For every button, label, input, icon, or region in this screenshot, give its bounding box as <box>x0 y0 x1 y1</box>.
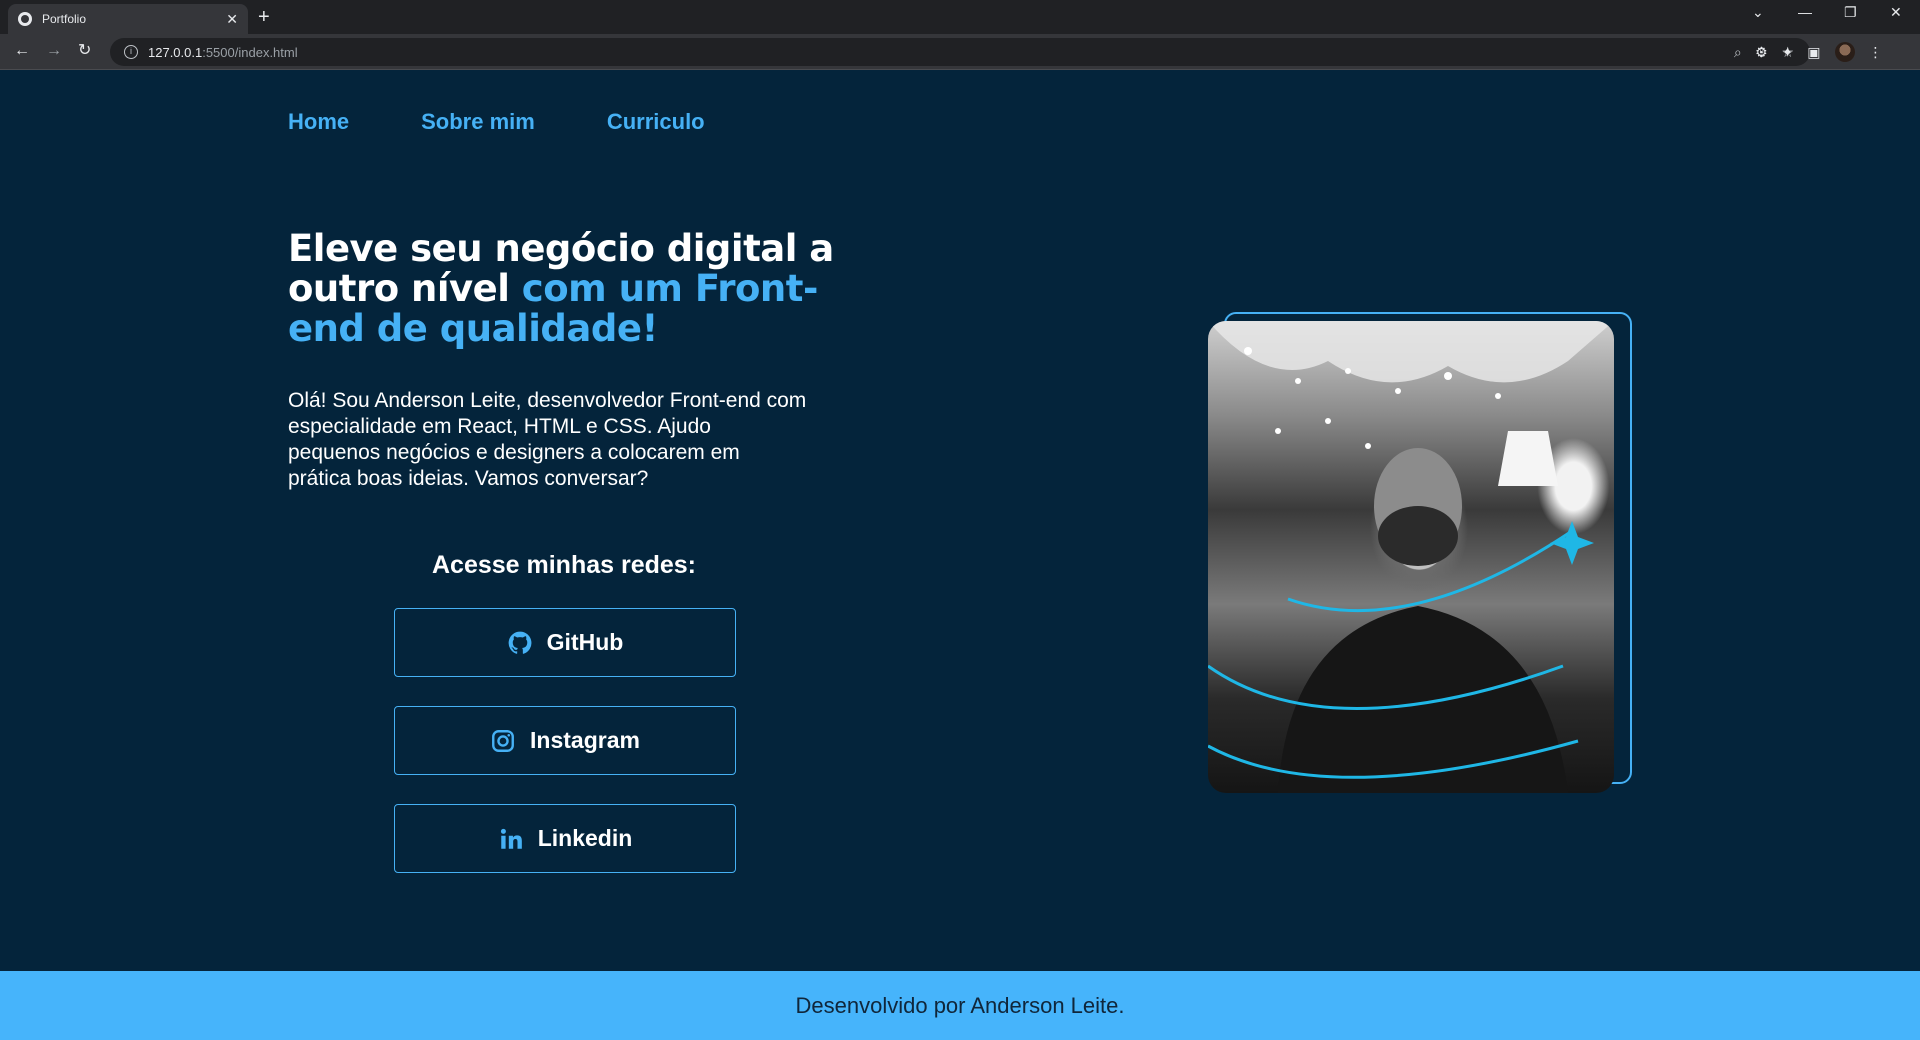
restore-icon[interactable]: ❐ <box>1844 4 1857 21</box>
linkedin-icon <box>500 828 522 849</box>
forward-icon[interactable]: → <box>46 42 62 60</box>
socials-title: Acesse minhas redes: <box>431 551 697 579</box>
extension-icon[interactable]: ⚙ <box>1755 44 1768 61</box>
browser-tab-bar: Portfolio ✕ + ⌄ — ❐ ✕ <box>0 0 1920 34</box>
github-button[interactable]: GitHub <box>394 608 736 677</box>
nav-about[interactable]: Sobre mim <box>421 109 535 135</box>
url-path: :5500/index.html <box>202 44 298 60</box>
nav-resume[interactable]: Curriculo <box>607 109 705 135</box>
linkedin-label: Linkedin <box>537 825 633 851</box>
nav-home[interactable]: Home <box>288 109 349 135</box>
page: Home Sobre mim Curriculo Eleve seu negóc… <box>0 71 1920 1040</box>
browser-toolbar: ← → ↻ i 127.0.0.1 :5500/index.html ⌕ ⇪ ☆… <box>0 34 1920 70</box>
footer-text: Desenvolvido por Anderson Leite. <box>795 992 1125 1018</box>
url-host: 127.0.0.1 <box>148 44 203 60</box>
footer: Desenvolvido por Anderson Leite. <box>0 971 1920 1040</box>
puzzle-extensions-icon[interactable]: ✦ <box>1782 44 1794 61</box>
close-window-icon[interactable]: ✕ <box>1890 4 1902 21</box>
photo-decorative-lines <box>1208 321 1614 793</box>
new-tab-icon[interactable]: + <box>258 6 270 28</box>
browser-tab[interactable]: Portfolio ✕ <box>8 4 248 34</box>
profile-avatar[interactable] <box>1834 42 1855 62</box>
instagram-icon <box>492 729 514 752</box>
zoom-icon[interactable]: ⌕ <box>1734 44 1742 61</box>
linkedin-button[interactable]: Linkedin <box>394 804 736 873</box>
instagram-label: Instagram <box>530 727 640 753</box>
reload-icon[interactable]: ↻ <box>78 42 91 60</box>
back-icon[interactable]: ← <box>14 42 30 60</box>
tab-title: Portfolio <box>42 12 87 26</box>
menu-kebab-icon[interactable]: ⋮ <box>1869 44 1883 61</box>
tab-search-icon[interactable]: ⌄ <box>1752 4 1764 21</box>
github-icon <box>508 631 532 654</box>
site-info-icon[interactable]: i <box>124 45 138 59</box>
hero-bio: Olá! Sou Anderson Leite, desenvolvedor F… <box>288 389 807 490</box>
address-bar[interactable]: i 127.0.0.1 :5500/index.html ⌕ ⇪ ☆ <box>110 38 1810 66</box>
globe-icon <box>18 12 32 26</box>
close-tab-icon[interactable]: ✕ <box>226 11 238 28</box>
main-nav: Home Sobre mim Curriculo <box>288 109 705 135</box>
profile-photo <box>1208 321 1614 793</box>
instagram-button[interactable]: Instagram <box>394 706 736 775</box>
minimize-icon[interactable]: — <box>1798 4 1812 20</box>
github-label: GitHub <box>546 629 624 655</box>
side-panel-icon[interactable]: ▣ <box>1807 44 1820 61</box>
hero-headline: Eleve seu negócio digital a outro nível … <box>288 229 848 349</box>
